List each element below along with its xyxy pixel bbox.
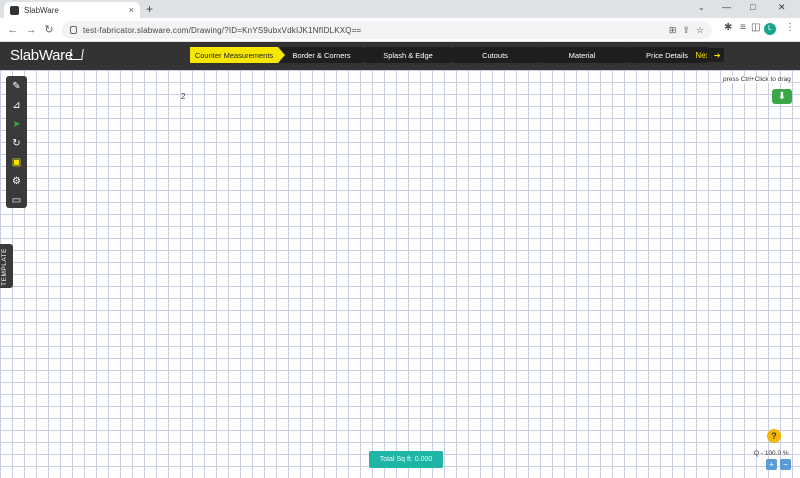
share-icon[interactable]: ⇪ xyxy=(682,25,690,36)
step-label: Cutouts xyxy=(482,50,508,60)
step-counter-measurements[interactable]: Counter Measurements xyxy=(190,47,285,63)
app-logo: SlabWare xyxy=(10,47,73,64)
drag-hint: press Ctrl+Click to drag xyxy=(723,76,791,83)
drawing-canvas[interactable] xyxy=(0,70,800,478)
workflow-steps: Counter Measurements Border & Corners Sp… xyxy=(190,47,714,63)
total-sqft-badge[interactable]: Total Sq ft: 0.000 xyxy=(369,451,443,468)
browser-tab[interactable]: SlabWare × xyxy=(4,2,140,18)
slabware-favicon-icon xyxy=(10,5,19,15)
pencil-icon[interactable]: ✎ xyxy=(10,80,24,94)
cursor-marker: 2 xyxy=(181,92,186,101)
profile-avatar[interactable]: L xyxy=(764,23,776,35)
zoom-out-button[interactable]: − xyxy=(780,459,791,470)
new-tab-button[interactable]: + xyxy=(146,2,153,16)
forward-button[interactable]: → xyxy=(22,24,40,36)
step-splash-edge[interactable]: Splash & Edge xyxy=(365,47,458,63)
tab-title: SlabWare xyxy=(24,5,59,15)
step-label: Border & Corners xyxy=(292,50,351,60)
bookmark-star-icon[interactable]: ☆ xyxy=(696,25,704,36)
drawing-toolbar: ✎ ⊿ ➤ ↻ ▣ ⚙ ▭ xyxy=(6,76,27,208)
maximize-button[interactable]: □ xyxy=(750,2,755,12)
translate-icon[interactable]: ⊞ xyxy=(669,25,677,36)
download-button[interactable]: ⬇ xyxy=(772,89,792,104)
browser-menu-icon[interactable]: ⋮ xyxy=(785,22,795,33)
reading-list-icon[interactable]: ≡ xyxy=(740,22,746,33)
reload-button[interactable]: ↻ xyxy=(40,23,58,36)
cart-logo-icon xyxy=(69,49,84,60)
side-panel-icon[interactable]: ◫ xyxy=(751,22,760,33)
arrow-right-icon: ➔ xyxy=(713,50,721,60)
template-side-tab[interactable]: TEMPLATE xyxy=(0,244,13,288)
tab-search-icon[interactable]: ⌄ xyxy=(698,3,705,12)
lock-icon[interactable] xyxy=(70,26,77,34)
save-icon[interactable]: ▣ xyxy=(10,156,24,170)
close-window-button[interactable]: ✕ xyxy=(778,2,786,13)
url-text[interactable]: test-fabricator.slabware.com/Drawing/?ID… xyxy=(83,26,663,35)
minimize-button[interactable]: — xyxy=(722,2,731,12)
step-cutouts[interactable]: Cutouts xyxy=(453,47,544,63)
step-label: Splash & Edge xyxy=(383,50,433,60)
zoom-level: Q - 100.0 % xyxy=(754,450,789,457)
step-label: Counter Measurements xyxy=(194,50,274,60)
shape-icon[interactable]: ➤ xyxy=(10,118,24,132)
laptop-icon[interactable]: ▭ xyxy=(10,194,24,208)
close-tab-icon[interactable]: × xyxy=(129,5,134,15)
step-material[interactable]: Material xyxy=(539,47,632,63)
address-bar[interactable]: test-fabricator.slabware.com/Drawing/?ID… xyxy=(62,21,712,39)
gear-icon[interactable]: ⚙ xyxy=(10,175,24,189)
back-button[interactable]: ← xyxy=(4,24,22,36)
browser-tab-bar: SlabWare × + ⌄ — □ ✕ xyxy=(0,0,800,18)
zoom-controls: + − xyxy=(766,459,791,470)
extensions-icon[interactable]: ✱ xyxy=(724,22,732,33)
zoom-in-button[interactable]: + xyxy=(766,459,777,470)
total-sqft-label: Total Sq ft: 0.000 xyxy=(379,456,433,463)
redo-icon[interactable]: ↻ xyxy=(10,137,24,151)
measure-icon[interactable]: ⊿ xyxy=(10,99,24,113)
step-label: Material xyxy=(568,50,596,60)
browser-toolbar: ← → ↻ test-fabricator.slabware.com/Drawi… xyxy=(0,18,800,42)
help-button[interactable]: ? xyxy=(767,429,781,443)
step-border-corners[interactable]: Border & Corners xyxy=(280,47,370,63)
template-tab-label: TEMPLATE xyxy=(1,248,8,286)
step-label: Price Details xyxy=(645,50,689,60)
